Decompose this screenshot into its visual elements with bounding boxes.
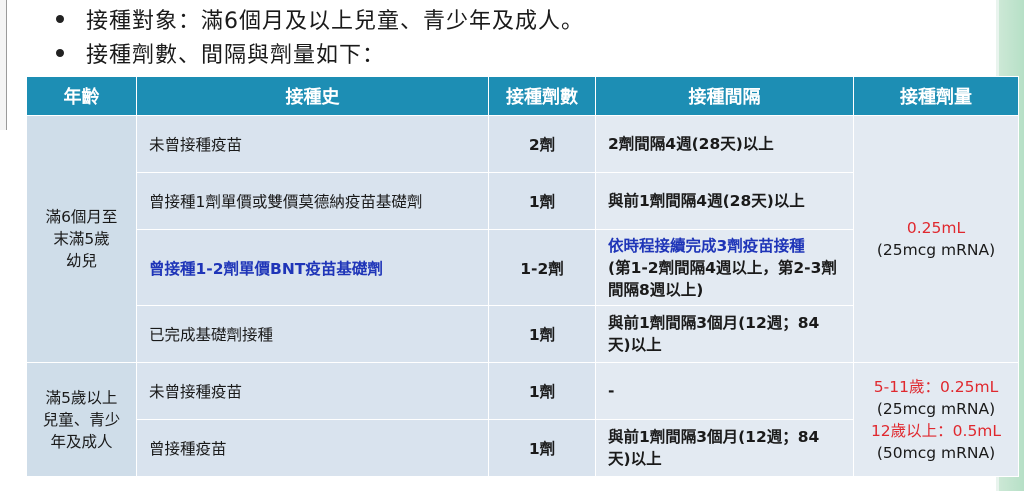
doses-cell: 1劑 (488, 419, 596, 477)
amount-value: 5-11歲：0.25mL (873, 377, 999, 396)
header-amount: 接種劑量 (853, 76, 1019, 116)
amount-sub: (50mcg mRNA) (876, 443, 996, 462)
history-cell: 曾接種1-2劑單價BNT疫苗基礎劑 (136, 229, 489, 306)
age-line: 滿6個月至 (45, 208, 118, 226)
bullet-dot-icon (56, 15, 64, 23)
interval-cell: 與前1劑間隔4週(28天)以上 (595, 172, 854, 230)
age-line: 兒童、青少 (42, 410, 121, 429)
table-header-row: 年齡 接種史 接種劑數 接種間隔 接種劑量 (26, 76, 1019, 116)
interval-title: 依時程接續完成3劑疫苗接種 (608, 236, 805, 255)
doses-cell: 1劑 (488, 362, 596, 420)
history-cell: 未曾接種疫苗 (136, 115, 489, 173)
bullet-text: 接種對象：滿6個月及以上兒童、青少年及成人。 (86, 9, 584, 34)
bullet-dosage: 接種劑數、間隔與劑量如下： (56, 36, 584, 70)
age-line: 幼兒 (65, 252, 97, 270)
vaccine-schedule-table: 年齡 接種史 接種劑數 接種間隔 接種劑量 滿6個月至 末滿5歲 幼兒 未曾接種… (26, 76, 1019, 477)
history-cell: 曾接種疫苗 (136, 419, 489, 477)
amount-infant: 0.25mL (25mcg mRNA) (853, 115, 1019, 363)
age-line: 末滿5歲 (53, 230, 110, 248)
interval-cell: 與前1劑間隔3個月(12週；84天)以上 (595, 305, 854, 363)
bullet-eligibility: 接種對象：滿6個月及以上兒童、青少年及成人。 (56, 2, 584, 36)
doses-cell: 2劑 (488, 115, 596, 173)
header-doses: 接種劑數 (488, 76, 596, 116)
age-group-child-adult: 滿5歲以上 兒童、青少 年及成人 (26, 362, 137, 477)
doses-cell: 1-2劑 (488, 229, 596, 306)
history-cell: 未曾接種疫苗 (136, 362, 489, 420)
amount-sub: (25mcg mRNA) (876, 399, 996, 418)
bullet-text: 接種劑數、間隔與劑量如下： (86, 43, 386, 68)
amount-value: 12歲以上：0.5mL (870, 421, 1002, 440)
doses-cell: 1劑 (488, 305, 596, 363)
header-age: 年齡 (26, 76, 137, 116)
interval-cell: - (595, 362, 854, 420)
table-row: 滿5歲以上 兒童、青少 年及成人 未曾接種疫苗 1劑 - 5-11歲：0.25m… (26, 362, 1019, 477)
amount-child-adult: 5-11歲：0.25mL (25mcg mRNA) 12歲以上：0.5mL (5… (853, 362, 1019, 477)
age-line: 滿5歲以上 (45, 388, 118, 407)
header-interval: 接種間隔 (595, 76, 854, 116)
age-line: 年及成人 (50, 432, 113, 451)
age-group-infant: 滿6個月至 末滿5歲 幼兒 (26, 115, 137, 363)
doses-cell: 1劑 (488, 172, 596, 230)
bullet-list: 接種對象：滿6個月及以上兒童、青少年及成人。 接種劑數、間隔與劑量如下： (56, 2, 584, 70)
interval-cell: 2劑間隔4週(28天)以上 (595, 115, 854, 173)
interval-cell: 與前1劑間隔3個月(12週；84天)以上 (595, 419, 854, 477)
bullet-dot-icon (56, 49, 64, 57)
amount-sub: (25mcg mRNA) (876, 241, 996, 259)
interval-detail: (第1-2劑間隔4週以上，第2-3劑間隔8週以上) (608, 258, 837, 299)
header-history: 接種史 (136, 76, 489, 116)
amount-value: 0.25mL (906, 219, 966, 237)
table-row: 滿6個月至 末滿5歲 幼兒 未曾接種疫苗 2劑 2劑間隔4週(28天)以上 0.… (26, 115, 1019, 363)
history-cell: 曾接種1劑單價或雙價莫德納疫苗基礎劑 (136, 172, 489, 230)
window-left-edge (0, 0, 7, 130)
history-cell: 已完成基礎劑接種 (136, 305, 489, 363)
interval-cell: 依時程接續完成3劑疫苗接種 (第1-2劑間隔4週以上，第2-3劑間隔8週以上) (595, 229, 854, 306)
